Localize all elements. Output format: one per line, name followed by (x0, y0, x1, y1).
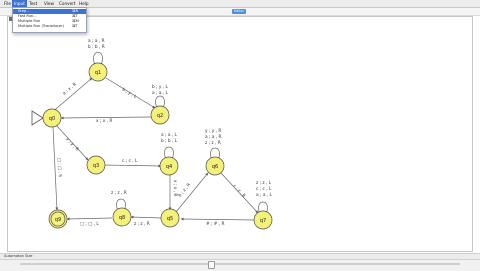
state-label-q3: q3 (93, 163, 99, 169)
state-label-q7: q7 (260, 218, 266, 224)
bottom-panel (0, 259, 480, 271)
state-label-q0: q0 (49, 116, 55, 122)
transition-label: x ; x , R (172, 180, 178, 196)
state-label-q9: q9 (55, 217, 61, 223)
state-label-q1: q1 (95, 70, 101, 76)
transition-label: a ; a , R (205, 134, 222, 140)
initial-state-arrow (31, 110, 44, 126)
edge-q5-q8[interactable] (130, 215, 162, 219)
edge-q3-q4[interactable] (103, 164, 162, 168)
transition-label: b ; z , R (177, 182, 192, 198)
transition-label: b ; y , L (152, 84, 169, 90)
transition-label: y ; y , R (65, 136, 80, 152)
transition-label: x ; x , R (96, 118, 112, 124)
transition-label: a ; a , L (161, 132, 178, 138)
transition-label: b ; b , R (88, 44, 105, 50)
menu-item-multiple-run-transducer[interactable]: Multiple Run (Transducer) ⌘T (13, 24, 86, 29)
edge-q2-q0[interactable] (60, 116, 153, 120)
transition-label: c ; c , L (122, 158, 138, 164)
edge-q0-q9[interactable] (52, 126, 59, 211)
state-label-q4: q4 (166, 164, 172, 170)
transition-label: z ; z , R (111, 190, 127, 196)
transition-label: c ; z , R (232, 183, 247, 199)
transition-label: # ; # , R (206, 221, 224, 227)
menu-item-label: Multiple Run (Transducer) (18, 24, 64, 28)
transition-label: z ; z , L (256, 180, 272, 186)
transition-label: a ; a , L (256, 192, 273, 198)
state-label-q2: q2 (157, 113, 163, 119)
edge-q8-q9[interactable] (66, 217, 113, 221)
automaton-diagram: q0 q1 q2 q3 q4 q5 q6 q7 q8 q9 a ; a , R … (31, 38, 273, 230)
transition-label: b ; b , L (161, 138, 178, 144)
state-label-q8: q8 (119, 215, 125, 221)
state-label-q5: q5 (167, 216, 173, 222)
transition-label: y ; y , R (205, 128, 221, 134)
transition-label: z ; z , R (134, 221, 150, 227)
transition-label: □ ; □ , L (80, 221, 99, 227)
menu-item-shortcut: ⌘T (72, 24, 78, 28)
transition-label: c ; c , L (256, 186, 272, 192)
zoom-slider-track[interactable] (20, 263, 460, 265)
transition-label: □ ; □ , S (56, 158, 63, 178)
edge-q7-q5[interactable] (180, 217, 256, 221)
transition-label: a ; a , L (152, 90, 169, 96)
transition-label: z ; z , R (205, 140, 221, 146)
zoom-slider-thumb[interactable] (208, 261, 215, 269)
transition-label: a ; a , R (88, 38, 105, 44)
input-menu-dropdown: Step... ⌘R Fast Run... ⌘T Multiple Run ⌘… (12, 7, 87, 33)
edge-q0-q1[interactable] (49, 77, 93, 115)
transition-label: b ; y , L (121, 87, 138, 101)
state-label-q6: q6 (212, 164, 218, 170)
transition-label: a ; x , R (61, 81, 77, 96)
